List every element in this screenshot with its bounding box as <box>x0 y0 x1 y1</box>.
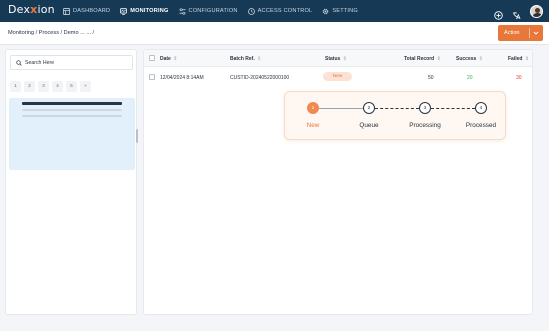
translate-icon[interactable] <box>512 7 521 19</box>
nav-item-access-control[interactable]: ACCESS CONTROL <box>243 0 318 22</box>
step-4-label: Processed <box>465 122 497 129</box>
step-connector <box>431 108 475 109</box>
nav-label: DASHBOARD <box>73 8 111 14</box>
page-button-2[interactable]: 2 <box>24 81 35 92</box>
table-header: Date ⇕ Batch Ref. ⇕ Status ⇕ Total Recor… <box>144 50 532 67</box>
step-2-label: Queue <box>359 122 379 129</box>
nav-label: MONITORING <box>130 8 169 14</box>
skeleton-bar <box>22 102 122 105</box>
page-button-1[interactable]: 1 <box>10 81 21 92</box>
chevron-down-icon <box>533 30 539 36</box>
search-icon <box>16 59 22 66</box>
panel-resize-handle[interactable] <box>136 129 138 143</box>
skeleton-bar <box>22 115 122 117</box>
step-connector <box>319 108 363 109</box>
topbar-actions <box>494 0 543 22</box>
step-4-circle: 4 <box>475 102 487 114</box>
select-all-checkbox[interactable] <box>149 55 155 61</box>
loading-skeleton <box>9 98 135 170</box>
cell-batch-ref: CUSTID-20240522000100 <box>230 75 290 81</box>
top-navbar: Dexxion DASHBOARD MONITORING CONFIGURATI… <box>0 0 549 22</box>
step-2-circle: 2 <box>363 102 375 114</box>
nav-item-monitoring[interactable]: MONITORING <box>115 0 173 22</box>
search-placeholder: Search Here <box>25 59 55 66</box>
dashboard-icon <box>63 7 70 15</box>
nav-label: ACCESS CONTROL <box>257 8 313 14</box>
nav-label: SETTING <box>332 8 358 14</box>
nav-item-setting[interactable]: SETTING <box>317 0 363 22</box>
nav-item-dashboard[interactable]: DASHBOARD <box>58 0 115 22</box>
column-header-status[interactable]: Status ⇕ <box>325 56 347 62</box>
column-header-total-record[interactable]: Total Record ⇕ <box>404 56 441 62</box>
add-circle-icon[interactable] <box>494 7 503 20</box>
page-button-3[interactable]: 3 <box>38 81 49 92</box>
main-panel: Date ⇕ Batch Ref. ⇕ Status ⇕ Total Recor… <box>143 49 533 315</box>
step-1-label: New <box>306 122 320 129</box>
step-1-circle: 1 <box>307 102 319 114</box>
nav-label: CONFIGURATION <box>188 8 238 14</box>
pagination: 1 2 3 4 5 » <box>10 81 91 92</box>
column-header-failed[interactable]: Failed ⇕ <box>508 56 529 62</box>
left-panel: Search Here 1 2 3 4 5 » <box>5 49 137 315</box>
action-separator <box>529 28 530 38</box>
gear-icon <box>322 8 329 15</box>
cell-total-record: 50 <box>428 75 434 81</box>
cell-failed: 30 <box>516 75 522 81</box>
page-button-5[interactable]: 5 <box>66 81 77 92</box>
row-checkbox[interactable] <box>149 74 155 80</box>
monitor-icon <box>120 7 128 15</box>
page-next-button[interactable]: » <box>80 81 91 92</box>
clock-icon <box>247 7 255 15</box>
column-header-date[interactable]: Date ⇕ <box>160 56 177 62</box>
action-button[interactable]: Action <box>498 25 543 41</box>
cell-success: 20 <box>467 75 473 81</box>
step-3-label: Processing <box>409 122 441 129</box>
skeleton-bar <box>22 109 122 111</box>
status-badge[interactable]: New <box>323 72 352 81</box>
column-header-success[interactable]: Success ⇕ <box>456 56 483 62</box>
status-progress-popup: 1 2 3 4 New Queue Processing Processed <box>284 91 506 140</box>
action-label: Action <box>504 30 520 36</box>
main-nav: DASHBOARD MONITORING CONFIGURATION ACCES… <box>58 0 363 22</box>
sub-header: Monitoring / Process / Demo ... ... / Ac… <box>0 22 549 45</box>
breadcrumb[interactable]: Monitoring / Process / Demo ... ... / <box>8 30 94 36</box>
app-logo[interactable]: Dexxion <box>8 3 55 16</box>
sliders-icon <box>178 7 186 15</box>
user-avatar[interactable] <box>530 4 543 18</box>
search-input[interactable]: Search Here <box>10 55 133 70</box>
cell-date: 12/04/2024 8:14AM <box>160 75 204 81</box>
step-connector <box>375 108 419 109</box>
step-3-circle: 3 <box>419 102 431 114</box>
page-button-4[interactable]: 4 <box>52 81 63 92</box>
column-header-batch-ref[interactable]: Batch Ref. ⇕ <box>230 56 261 62</box>
nav-item-configuration[interactable]: CONFIGURATION <box>174 0 243 22</box>
